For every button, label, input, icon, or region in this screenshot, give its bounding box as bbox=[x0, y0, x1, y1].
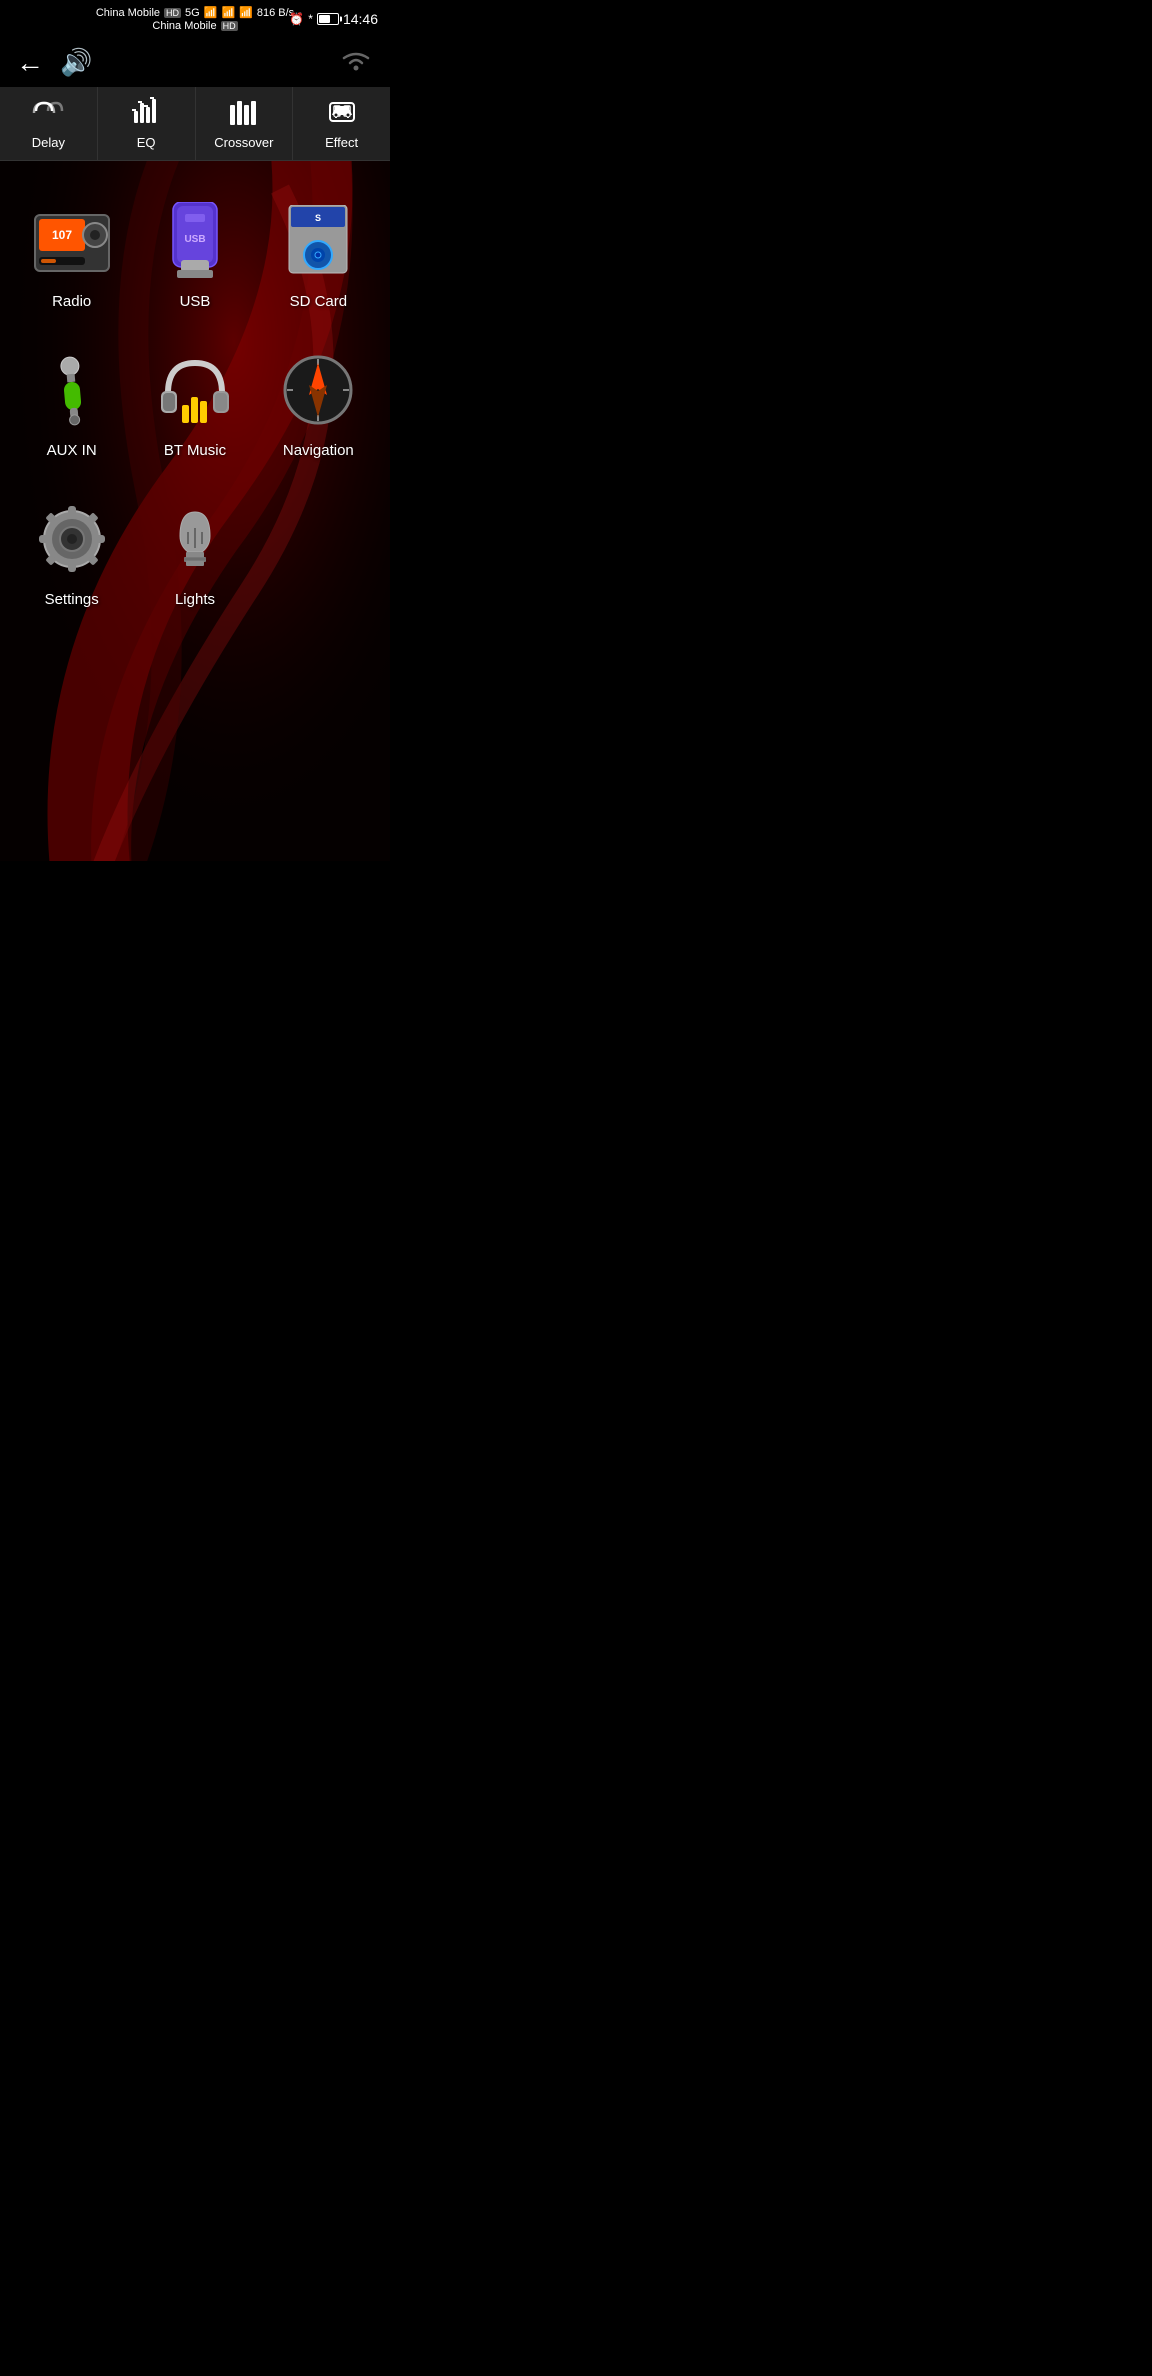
top-bar: ← 🔊 bbox=[0, 38, 390, 87]
app-usb[interactable]: USB USB bbox=[133, 181, 256, 330]
app-btmusic[interactable]: BT Music bbox=[133, 330, 256, 479]
tab-effect-label: Effect bbox=[325, 135, 358, 150]
time-label: 14:46 bbox=[343, 11, 378, 27]
settings-icon bbox=[32, 499, 112, 579]
back-button[interactable]: ← bbox=[16, 47, 44, 79]
tab-crossover-label: Crossover bbox=[214, 135, 273, 150]
lights-label: Lights bbox=[175, 591, 215, 608]
settings-label: Settings bbox=[45, 591, 99, 608]
crossover-tab-icon bbox=[228, 97, 260, 131]
hd-badge2: HD bbox=[221, 21, 238, 31]
bluetooth-icon: * bbox=[308, 12, 313, 26]
radio-label: Radio bbox=[52, 293, 91, 310]
lights-icon bbox=[155, 499, 235, 579]
app-grid: 107 Radio USB bbox=[0, 161, 390, 648]
wifi-status-icon bbox=[338, 46, 374, 79]
sdcard-icon: S bbox=[278, 201, 358, 281]
app-settings[interactable]: Settings bbox=[10, 479, 133, 628]
top-left-controls: ← 🔊 bbox=[16, 47, 92, 79]
app-lights[interactable]: Lights bbox=[133, 479, 256, 628]
carrier1-label: China Mobile bbox=[96, 7, 160, 19]
usb-label: USB bbox=[180, 293, 211, 310]
svg-text:107: 107 bbox=[52, 228, 72, 242]
volume-icon[interactable]: 🔊 bbox=[60, 47, 92, 78]
btmusic-icon bbox=[155, 350, 235, 430]
tab-delay-label: Delay bbox=[32, 135, 65, 150]
btmusic-label: BT Music bbox=[164, 442, 226, 459]
tab-crossover[interactable]: Crossover bbox=[196, 87, 294, 160]
hd-badge1: HD bbox=[164, 8, 181, 18]
effect-tab-icon bbox=[326, 97, 358, 131]
status-bar: China Mobile HD 5G 📶 📶 📶 816 B/s China M… bbox=[0, 0, 390, 38]
eq-tab-icon bbox=[130, 97, 162, 131]
tab-eq[interactable]: EQ bbox=[98, 87, 196, 160]
navigation-label: Navigation bbox=[283, 442, 354, 459]
tab-delay[interactable]: Delay bbox=[0, 87, 98, 160]
main-content: 107 Radio USB bbox=[0, 161, 390, 861]
alarm-icon: ⏰ bbox=[289, 12, 304, 26]
tab-bar: Delay EQ Crossover bbox=[0, 87, 390, 161]
svg-text:S: S bbox=[315, 213, 321, 223]
usb-icon: USB bbox=[155, 201, 235, 281]
app-navigation[interactable]: Navigation bbox=[257, 330, 380, 479]
radio-icon: 107 bbox=[32, 201, 112, 281]
battery-fill bbox=[319, 15, 330, 23]
battery-icon bbox=[317, 13, 339, 25]
sdcard-label: SD Card bbox=[290, 293, 348, 310]
wifi-icon: 📶 bbox=[239, 6, 253, 19]
auxin-icon bbox=[32, 350, 112, 430]
app-sdcard[interactable]: S SD Card bbox=[257, 181, 380, 330]
carrier-info: China Mobile HD 5G 📶 📶 📶 816 B/s China M… bbox=[96, 6, 294, 32]
app-auxin[interactable]: AUX IN bbox=[10, 330, 133, 479]
signal-icon2: 📶 bbox=[221, 6, 235, 19]
tab-effect[interactable]: Effect bbox=[293, 87, 390, 160]
signal-icon1: 📶 bbox=[204, 6, 218, 19]
network-type: 5G bbox=[185, 7, 200, 19]
app-radio[interactable]: 107 Radio bbox=[10, 181, 133, 330]
delay-tab-icon bbox=[32, 97, 64, 131]
auxin-label: AUX IN bbox=[47, 442, 97, 459]
tab-eq-label: EQ bbox=[137, 135, 156, 150]
svg-text:USB: USB bbox=[184, 234, 205, 245]
carrier2-label: China Mobile bbox=[152, 20, 216, 32]
navigation-icon bbox=[278, 350, 358, 430]
status-icons: ⏰ * 14:46 bbox=[289, 11, 378, 27]
